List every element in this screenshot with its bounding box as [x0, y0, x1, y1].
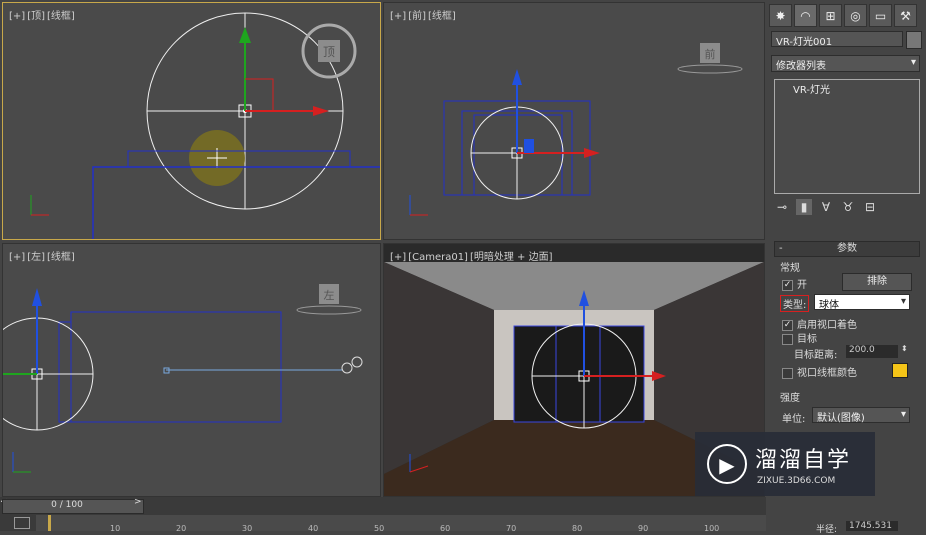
frame-ruler[interactable]: 10 20 30 40 50 60 70 80 90 100 — [36, 515, 766, 533]
ruler-tick-label: 90 — [638, 524, 649, 533]
make-unique-icon[interactable]: ∀ — [818, 199, 834, 215]
wire-color-swatch[interactable] — [892, 363, 908, 378]
type-label: 类型: — [780, 295, 810, 312]
ruler-tick-label: 20 — [176, 524, 187, 533]
target-label: 目标 — [797, 334, 817, 345]
chevron-down-icon: ▾ — [900, 296, 906, 307]
create-icon[interactable]: ✸ — [769, 4, 792, 27]
motion-icon[interactable]: ◎ — [844, 4, 867, 27]
target-distance-label: 目标距离: — [794, 350, 838, 361]
timeline: < 0 / 100 > 102030405060708090100 — [0, 497, 766, 533]
ruler-tick-label: 30 — [242, 524, 253, 533]
radius-spinner[interactable]: 1745.531 — [846, 521, 898, 531]
show-end-result-icon[interactable]: ▮ — [796, 199, 812, 215]
type-dropdown[interactable]: 球体 ▾ — [814, 294, 910, 311]
target-checkbox[interactable]: 目标 — [782, 330, 817, 345]
ruler-tick-label: 80 — [572, 524, 583, 533]
stack-tools: ⊸ ▮ ∀ ♉ ⊟ — [774, 199, 878, 215]
unit-value: 默认(图像) — [817, 413, 865, 424]
modifier-list-dropdown[interactable]: 修改器列表 ▾ — [771, 55, 920, 72]
watermark-title: 溜溜自学 — [755, 448, 852, 473]
track-bar-toggle-icon[interactable] — [14, 517, 30, 529]
display-icon[interactable]: ▭ — [869, 4, 892, 27]
remove-modifier-icon[interactable]: ♉ — [840, 199, 856, 215]
command-panel-tabs: ✸ ◠ ⊞ ◎ ▭ ⚒ — [766, 0, 926, 31]
viewport-left[interactable]: [+] [左] [线框] 左 — [2, 243, 381, 497]
viewport-top[interactable]: [+] [顶] [线框] 顶 — [2, 2, 381, 240]
ruler-tick-label: 50 — [374, 524, 385, 533]
object-name-field[interactable]: VR-灯光001 — [771, 31, 903, 48]
general-group-label: 常规 — [780, 263, 800, 274]
configure-modifier-sets-icon[interactable]: ⊟ — [862, 199, 878, 215]
frame-counter: 0 / 100 — [51, 500, 83, 510]
utilities-icon[interactable]: ⚒ — [894, 4, 917, 27]
object-color-swatch[interactable] — [906, 31, 922, 49]
radius-label: 半径: — [816, 525, 838, 535]
time-slider[interactable]: 0 / 100 — [2, 499, 144, 514]
on-checkbox[interactable]: ✓ 开 — [782, 276, 807, 291]
modifier-stack[interactable]: VR-灯光 — [774, 79, 920, 194]
unit-dropdown[interactable]: 默认(图像) ▾ — [812, 407, 910, 424]
type-value: 球体 — [819, 300, 839, 311]
viewport-front[interactable]: [+] [前] [线框] 前 — [383, 2, 765, 240]
svg-text:前: 前 — [705, 47, 716, 61]
modifier-list-label: 修改器列表 — [776, 61, 826, 72]
svg-text:顶: 顶 — [323, 45, 335, 59]
svg-text:左: 左 — [324, 289, 335, 302]
front-view-scene: 前 — [409, 43, 743, 216]
spinner-arrows-icon[interactable]: ⬍ — [901, 344, 908, 353]
modifier-stack-item[interactable]: VR-灯光 — [775, 80, 919, 97]
y-axis-arrow[interactable] — [239, 27, 251, 43]
ruler-tick-label: 60 — [440, 524, 451, 533]
pin-stack-icon[interactable]: ⊸ — [774, 199, 790, 215]
x-axis-arrow[interactable] — [313, 106, 329, 116]
rollout-title: 参数 — [837, 243, 857, 254]
left-view-scene: 左 — [3, 284, 363, 473]
wire-color-label: 视口线框颜色 — [797, 368, 857, 379]
ruler-tick-label: 100 — [704, 524, 720, 533]
target-distance-spinner[interactable]: 200.0 — [846, 345, 898, 358]
on-label: 开 — [797, 280, 807, 291]
intensity-group-label: 强度 — [780, 393, 800, 404]
unit-label: 单位: — [782, 414, 806, 425]
modify-icon[interactable]: ◠ — [794, 4, 817, 27]
chevron-down-icon: ▾ — [910, 57, 916, 68]
ruler-tick-label: 40 — [308, 524, 319, 533]
exclude-button[interactable]: 排除 — [842, 273, 912, 291]
next-frame-icon[interactable]: > — [134, 497, 142, 507]
hierarchy-icon[interactable]: ⊞ — [819, 4, 842, 27]
watermark-url: ZIXUE.3D66.COM — [757, 476, 836, 486]
top-view-scene: 顶 — [30, 12, 380, 239]
chevron-down-icon: ▾ — [900, 409, 906, 420]
viewport-shading-checkbox[interactable]: ✓ 启用视口着色 — [782, 316, 857, 331]
ruler-tick-label: 70 — [506, 524, 517, 533]
axis-tripod — [30, 195, 49, 216]
ruler-tick-label: 10 — [110, 524, 121, 533]
time-slider-marker[interactable] — [48, 515, 51, 531]
parameters-rollout[interactable]: - 参数 — [774, 241, 920, 257]
watermark-logo-icon: ▶ — [707, 444, 747, 484]
wire-color-checkbox[interactable]: 视口线框颜色 — [782, 364, 857, 379]
collapse-icon: - — [779, 243, 783, 254]
watermark: ▶ 溜溜自学 ZIXUE.3D66.COM — [695, 432, 875, 496]
